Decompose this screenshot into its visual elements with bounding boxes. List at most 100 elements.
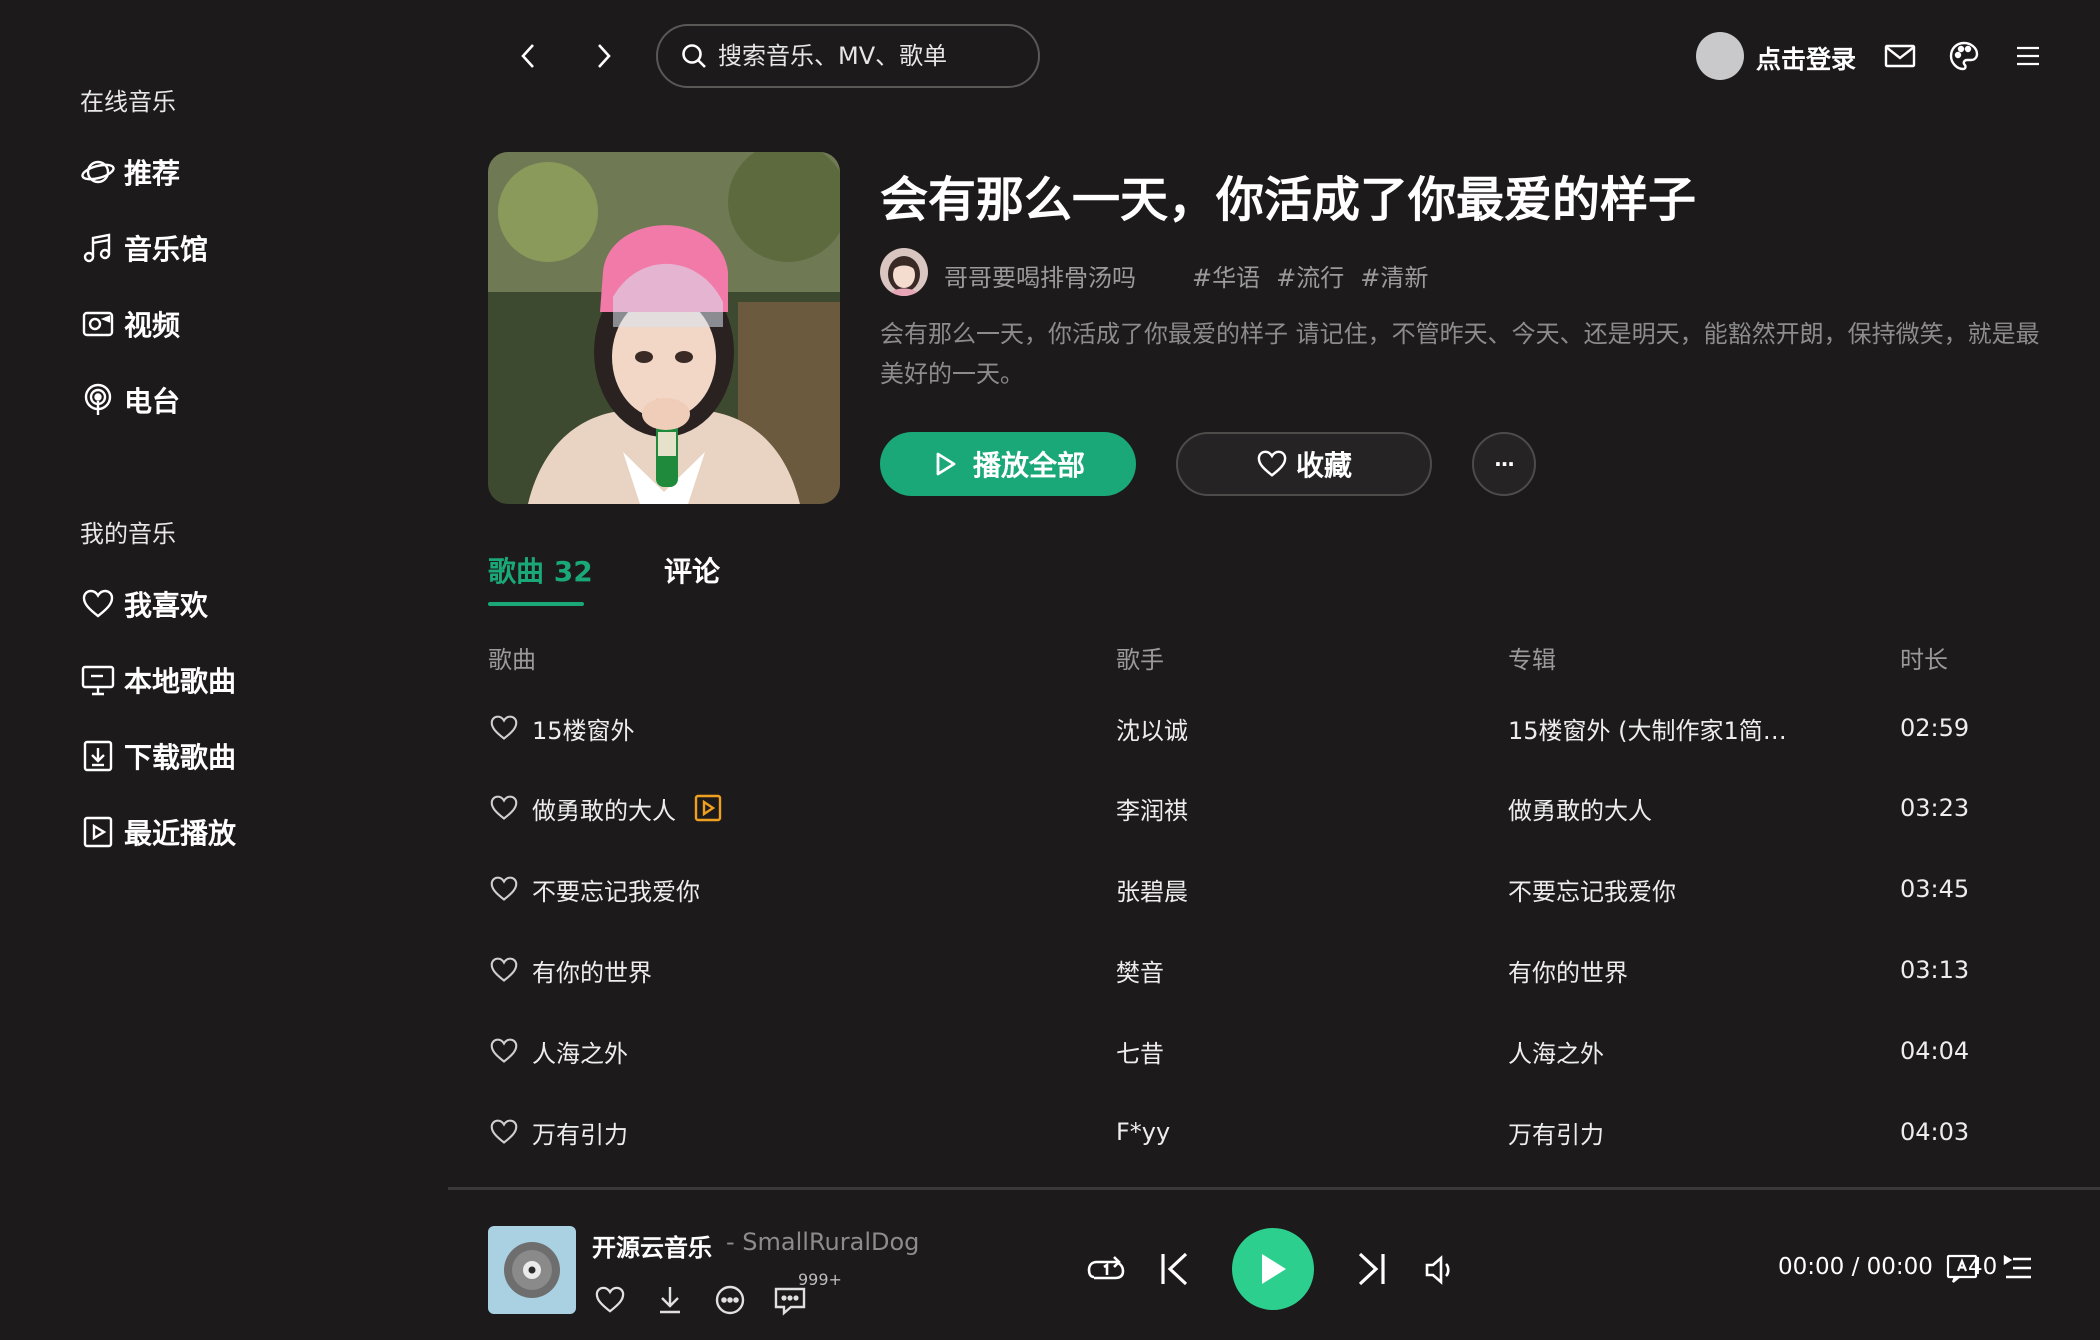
song-singer[interactable]: F*yy xyxy=(1116,1092,1170,1172)
song-singer[interactable]: 李润祺 xyxy=(1116,768,1188,848)
user-avatar[interactable] xyxy=(1696,32,1744,80)
creator-name[interactable]: 哥哥要喝排骨汤吗 xyxy=(944,258,1136,293)
section-title-mine: 我的音乐 xyxy=(80,520,176,548)
song-title[interactable]: 有你的世界 xyxy=(532,953,652,988)
sidebar-item-local[interactable]: 本地歌曲 xyxy=(80,656,236,704)
search-icon xyxy=(680,42,708,70)
tab-comments[interactable]: 评论 xyxy=(664,550,720,590)
song-singer[interactable]: 张碧晨 xyxy=(1116,849,1188,929)
play-outline-icon xyxy=(931,450,959,478)
song-album[interactable]: 不要忘记我爱你 xyxy=(1508,849,1676,929)
column-header-duration: 时长 xyxy=(1900,646,1948,674)
theme-button[interactable] xyxy=(1946,38,1982,74)
table-row[interactable]: 万有引力 F*yy 万有引力 04:03 xyxy=(488,1092,2050,1172)
table-row[interactable]: 有你的世界 樊音 有你的世界 03:13 xyxy=(488,930,2050,1010)
song-album[interactable]: 做勇敢的大人 xyxy=(1508,768,1652,848)
creator-avatar[interactable] xyxy=(880,248,928,296)
collect-button[interactable]: 收藏 xyxy=(1176,432,1432,496)
playlist-title: 会有那么一天，你活成了你最爱的样子 xyxy=(880,172,1697,228)
menu-button[interactable] xyxy=(2010,38,2046,74)
table-row[interactable]: 人海之外 七昔 人海之外 04:04 xyxy=(488,1011,2050,1091)
next-button[interactable] xyxy=(1348,1246,1394,1292)
repeat-icon xyxy=(1086,1253,1126,1287)
sidebar-item-favorites[interactable]: 我喜欢 xyxy=(80,580,208,628)
play-mode-button[interactable] xyxy=(1084,1248,1128,1292)
tab-songs[interactable]: 歌曲 32 xyxy=(488,550,593,590)
sidebar: 在线音乐 推荐 音乐馆 视频 电台 我的音乐 我喜欢 本地歌曲 下载歌曲 最近播… xyxy=(0,0,448,1190)
more-circle-icon xyxy=(714,1284,746,1316)
tag-item[interactable]: #流行 xyxy=(1276,258,1344,293)
download-track-button[interactable] xyxy=(650,1280,690,1320)
song-duration: 03:23 xyxy=(1900,794,1970,822)
song-title[interactable]: 15楼窗外 xyxy=(532,711,635,746)
song-singer[interactable]: 沈以诚 xyxy=(1116,688,1188,768)
sidebar-item-video[interactable]: 视频 xyxy=(80,300,180,348)
song-duration: 02:59 xyxy=(1900,714,1970,742)
like-heart-icon[interactable] xyxy=(488,1116,520,1148)
palette-icon xyxy=(1948,40,1980,72)
comment-count-badge: 999+ xyxy=(798,1270,842,1289)
previous-button[interactable] xyxy=(1152,1246,1198,1292)
like-heart-icon[interactable] xyxy=(488,954,520,986)
song-singer[interactable]: 七昔 xyxy=(1116,1011,1164,1091)
forward-button[interactable] xyxy=(584,36,624,76)
sidebar-item-radio[interactable]: 电台 xyxy=(80,376,180,424)
column-header-singer: 歌手 xyxy=(1116,646,1164,674)
song-duration: 04:03 xyxy=(1900,1118,1970,1146)
play-all-button[interactable]: 播放全部 xyxy=(880,432,1136,496)
chevron-right-icon xyxy=(592,41,616,71)
sidebar-item-recent[interactable]: 最近播放 xyxy=(80,808,236,856)
track-more-button[interactable] xyxy=(710,1280,750,1320)
like-track-button[interactable] xyxy=(590,1280,630,1320)
track-title[interactable]: 开源云音乐 xyxy=(592,1228,712,1263)
song-singer[interactable]: 樊音 xyxy=(1116,930,1164,1010)
search-input[interactable] xyxy=(718,42,1018,70)
song-album[interactable]: 15楼窗外 (大制作家1简… xyxy=(1508,688,1787,768)
song-album[interactable]: 万有引力 xyxy=(1508,1092,1604,1172)
like-heart-icon[interactable] xyxy=(488,792,520,824)
play-icon xyxy=(1256,1251,1290,1287)
playback-time: 00:00 / 00:00 xyxy=(1778,1254,1933,1280)
song-duration: 03:13 xyxy=(1900,956,1970,984)
login-link[interactable]: 点击登录 xyxy=(1756,40,1856,76)
song-title[interactable]: 人海之外 xyxy=(532,1034,628,1069)
sidebar-item-recommend[interactable]: 推荐 xyxy=(80,148,180,196)
song-title[interactable]: 做勇敢的大人 xyxy=(532,791,676,826)
back-button[interactable] xyxy=(508,36,548,76)
heart-icon xyxy=(1256,449,1288,479)
tag-item[interactable]: #华语 xyxy=(1192,258,1260,293)
mail-button[interactable] xyxy=(1882,38,1918,74)
playlist-description: 会有那么一天，你活成了你最爱的样子 请记住，不管昨天、今天、还是明天，能豁然开朗… xyxy=(880,320,2040,388)
play-pause-button[interactable] xyxy=(1232,1228,1314,1310)
song-album[interactable]: 人海之外 xyxy=(1508,1011,1604,1091)
active-tab-indicator xyxy=(488,602,584,606)
download-icon xyxy=(80,738,116,774)
album-art-thumbnail[interactable] xyxy=(488,1226,576,1314)
table-row[interactable]: 15楼窗外 沈以诚 15楼窗外 (大制作家1简… 02:59 xyxy=(488,688,2050,768)
more-button[interactable]: ··· xyxy=(1472,432,1536,496)
music-note-icon xyxy=(80,230,116,266)
playlist-queue-button[interactable] xyxy=(2002,1250,2034,1286)
chevron-left-icon xyxy=(516,41,540,71)
table-row[interactable]: 不要忘记我爱你 张碧晨 不要忘记我爱你 03:45 xyxy=(488,849,2050,929)
track-artist[interactable]: - SmallRuralDog xyxy=(726,1228,919,1256)
mv-video-icon[interactable] xyxy=(694,794,722,822)
column-header-album: 专辑 xyxy=(1508,646,1556,674)
section-title-online: 在线音乐 xyxy=(80,88,176,116)
like-heart-icon[interactable] xyxy=(488,712,520,744)
search-box[interactable] xyxy=(656,24,1040,88)
volume-button[interactable] xyxy=(1418,1248,1462,1292)
song-title[interactable]: 万有引力 xyxy=(532,1115,628,1150)
song-title[interactable]: 不要忘记我爱你 xyxy=(532,872,700,907)
download-arrow-icon xyxy=(654,1284,686,1316)
playlist-cover-image xyxy=(488,152,840,504)
tag-item[interactable]: #清新 xyxy=(1360,258,1428,293)
song-album[interactable]: 有你的世界 xyxy=(1508,930,1628,1010)
like-heart-icon[interactable] xyxy=(488,1035,520,1067)
sidebar-item-label: 最近播放 xyxy=(124,817,237,850)
sidebar-item-downloads[interactable]: 下载歌曲 xyxy=(80,732,236,780)
table-row[interactable]: 做勇敢的大人 李润祺 做勇敢的大人 03:23 xyxy=(488,768,2050,848)
mail-icon xyxy=(1884,43,1916,69)
sidebar-item-music-hall[interactable]: 音乐馆 xyxy=(80,224,208,272)
like-heart-icon[interactable] xyxy=(488,873,520,905)
